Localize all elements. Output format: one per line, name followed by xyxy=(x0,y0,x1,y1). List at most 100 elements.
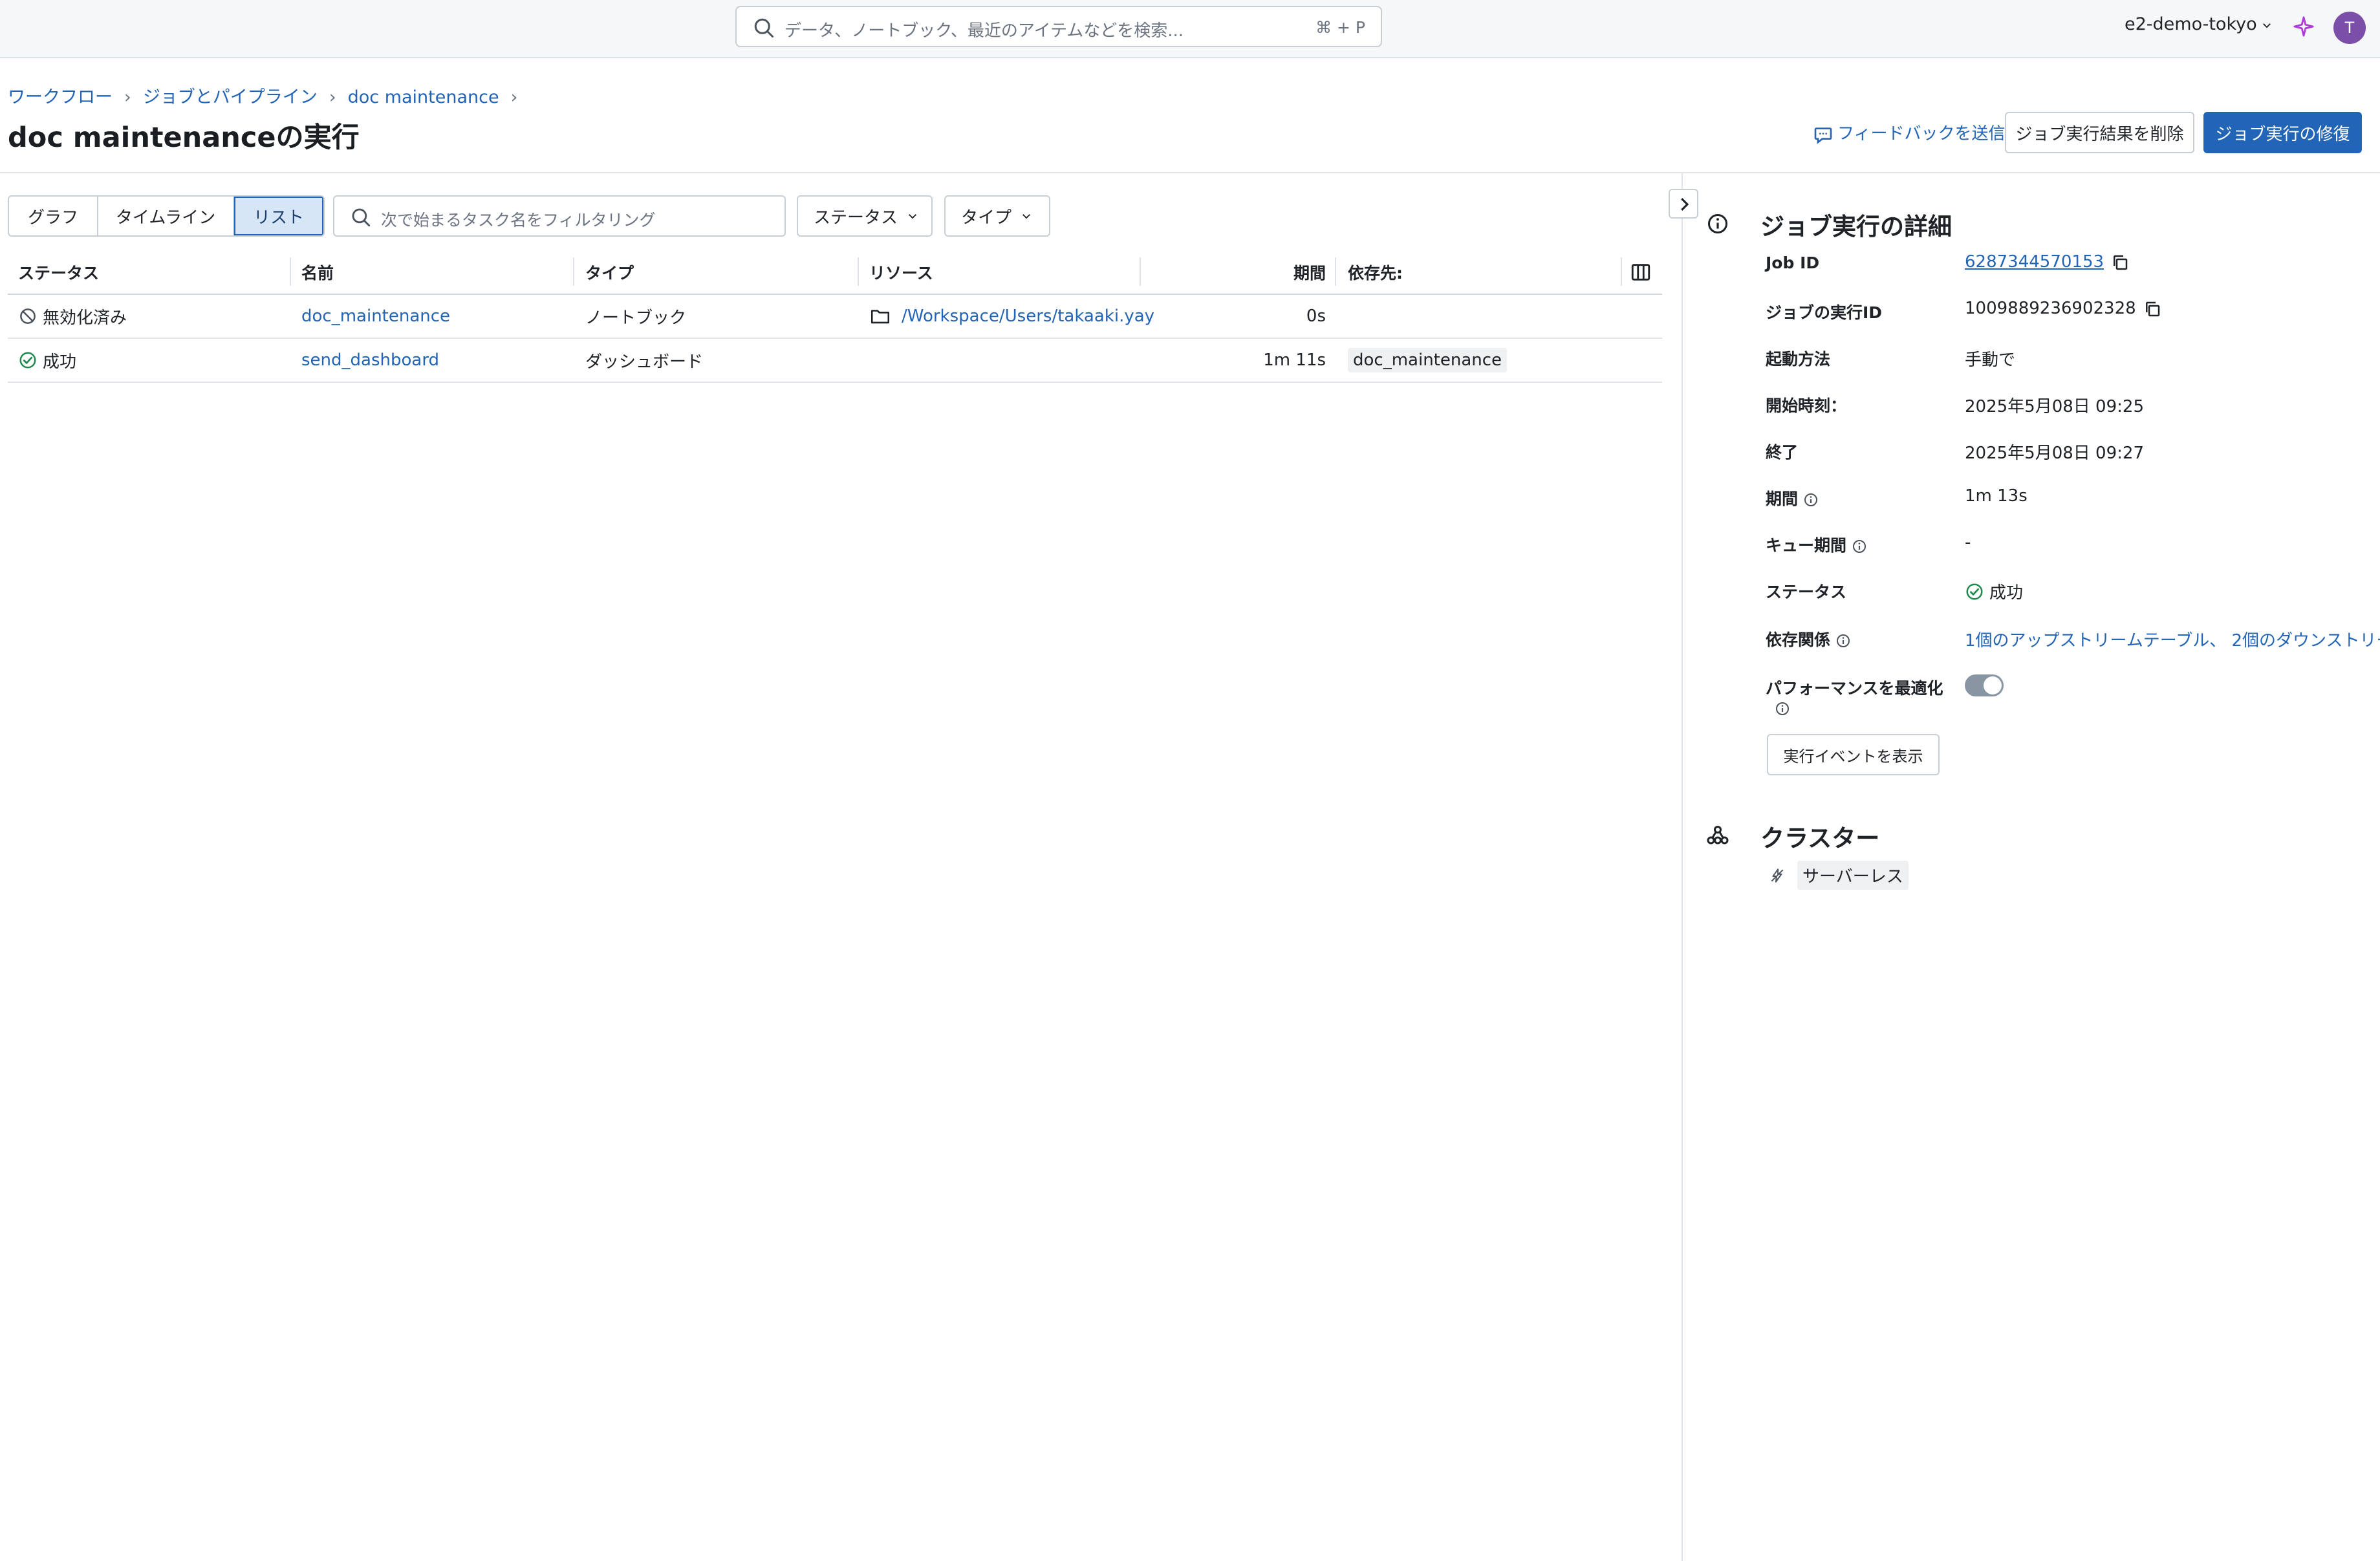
cluster-icon xyxy=(1707,826,1729,845)
duration-label-text: 期間 xyxy=(1766,490,1799,508)
status-filter-dropdown[interactable]: ステータス xyxy=(797,195,933,237)
table-row[interactable]: 成功 send_dashboard ダッシュボード 1m 11s doc_mai… xyxy=(8,339,1662,383)
tab-graph[interactable]: グラフ xyxy=(9,197,98,235)
tab-timeline[interactable]: タイムライン xyxy=(98,197,234,235)
workspace-switcher[interactable]: e2-demo-tokyo xyxy=(2125,14,2273,34)
send-feedback-label: フィードバックを送信 xyxy=(1837,124,2006,144)
tab-list[interactable]: リスト xyxy=(234,197,323,235)
search-icon xyxy=(352,208,371,227)
success-check-icon xyxy=(1966,583,1983,599)
duration-cell: 1m 11s xyxy=(1263,350,1326,370)
job-run-details-title: ジョブ実行の詳細 xyxy=(1760,213,1952,241)
name-cell: doc_maintenance xyxy=(301,295,450,338)
send-feedback-link[interactable]: フィードバックを送信 xyxy=(1813,120,2005,145)
collapse-panel-button[interactable] xyxy=(1669,189,1698,219)
workspace-name: e2-demo-tokyo xyxy=(2125,14,2257,34)
info-icon[interactable] xyxy=(1775,701,1790,716)
column-separator[interactable] xyxy=(1335,257,1336,286)
success-check-icon xyxy=(19,352,36,369)
copy-icon[interactable] xyxy=(2143,299,2162,319)
queue-duration-label: キュー期間 xyxy=(1766,533,1867,556)
global-search-input[interactable]: データ、ノートブック、最近のアイテムなどを検索... ⌘ + P xyxy=(735,6,1382,47)
column-separator[interactable] xyxy=(1140,257,1141,286)
chevron-down-icon xyxy=(1022,214,1030,219)
end-time-label: 終了 xyxy=(1766,443,1799,462)
run-id-label: ジョブの実行ID xyxy=(1766,303,1883,322)
task-name-link[interactable]: doc_maintenance xyxy=(301,307,450,326)
column-settings-icon[interactable] xyxy=(1630,261,1652,283)
user-avatar[interactable]: T xyxy=(2333,12,2366,44)
column-separator[interactable] xyxy=(858,257,859,286)
column-header-depends-on[interactable]: 依存先: xyxy=(1348,251,1403,294)
column-header-type[interactable]: タイプ xyxy=(585,251,634,294)
table-row[interactable]: 無効化済み doc_maintenance ノートブック /Workspace/… xyxy=(8,295,1662,339)
status-cell: 成功 xyxy=(18,339,76,382)
optimize-performance-toggle[interactable] xyxy=(1965,674,2004,696)
dependencies-link[interactable]: 1個のアップストリームテーブル、 2個のダウンストリームテ xyxy=(1965,631,2380,651)
status-filter-label: ステータス xyxy=(814,208,898,228)
breadcrumb-jobs-pipelines[interactable]: ジョブとパイプライン xyxy=(143,87,318,107)
info-icon[interactable] xyxy=(1835,633,1851,649)
toggle-knob xyxy=(1984,676,2002,694)
copy-icon[interactable] xyxy=(2110,253,2130,272)
chevron-right-icon xyxy=(1681,198,1689,211)
column-separator[interactable] xyxy=(290,257,291,286)
resource-path-link[interactable]: /Workspace/Users/takaaki.yay xyxy=(902,307,1154,326)
dependencies-label-text: 依存関係 xyxy=(1766,630,1831,649)
serverless-cluster: サーバーレス xyxy=(1769,861,1909,890)
duration-label: 期間 xyxy=(1766,486,1819,510)
column-header-status[interactable]: ステータス xyxy=(18,251,99,294)
queue-duration-label-text: キュー期間 xyxy=(1766,536,1847,555)
resource-cell: /Workspace/Users/takaaki.yay xyxy=(869,295,1154,338)
task-name-link[interactable]: send_dashboard xyxy=(301,350,439,370)
trigger-value: 手動で xyxy=(1965,350,2016,370)
search-placeholder: データ、ノートブック、最近のアイテムなどを検索... xyxy=(784,21,1184,41)
column-separator[interactable] xyxy=(1621,257,1622,286)
breadcrumb-separator: › xyxy=(510,87,518,107)
status-value: 成功 xyxy=(1965,579,2023,603)
type-cell: ノートブック xyxy=(585,308,687,328)
optimize-performance-label: パフォーマンスを最適化 xyxy=(1766,679,1943,698)
status-text: 成功 xyxy=(1989,583,2024,603)
column-header-name[interactable]: 名前 xyxy=(301,251,334,294)
column-separator[interactable] xyxy=(573,257,574,286)
top-bar: データ、ノートブック、最近のアイテムなどを検索... ⌘ + P e2-demo… xyxy=(0,0,2380,58)
dependency-tag[interactable]: doc_maintenance xyxy=(1348,348,1508,372)
name-cell: send_dashboard xyxy=(301,339,439,382)
chevron-down-icon xyxy=(909,214,916,219)
search-icon xyxy=(754,18,774,38)
delete-job-runs-button[interactable]: ジョブ実行結果を削除 xyxy=(2005,112,2194,153)
serverless-icon xyxy=(1771,868,1784,883)
status-label: ステータス xyxy=(1766,583,1847,601)
view-tabs: グラフ タイムライン リスト xyxy=(8,195,325,237)
column-header-resource[interactable]: リソース xyxy=(869,251,933,294)
cluster-title: クラスター xyxy=(1760,824,1880,852)
job-id-value: 6287344570153 xyxy=(1965,252,2130,272)
type-cell: ダッシュボード xyxy=(585,352,704,372)
chevron-down-icon xyxy=(2262,23,2271,28)
task-filter-input[interactable]: 次で始まるタスク名をフィルタリング xyxy=(333,195,786,237)
panel-divider xyxy=(1682,173,1683,1561)
duration-cell: 0s xyxy=(1306,307,1326,326)
folder-icon xyxy=(871,310,890,324)
assistant-sparkle-icon[interactable] xyxy=(2293,16,2315,38)
type-filter-dropdown[interactable]: タイプ xyxy=(944,195,1050,237)
column-header-duration[interactable]: 期間 xyxy=(1152,251,1326,294)
start-time-label: 開始時刻： xyxy=(1766,396,1847,415)
start-time-value: 2025年5月08日 09:25 xyxy=(1965,397,2144,416)
end-time-value: 2025年5月08日 09:27 xyxy=(1965,444,2144,463)
depends-on-cell: doc_maintenance xyxy=(1348,339,1508,382)
info-icon[interactable] xyxy=(1852,539,1867,554)
repair-job-run-button[interactable]: ジョブ実行の修復 xyxy=(2203,112,2362,153)
view-run-events-button[interactable]: 実行イベントを表示 xyxy=(1767,734,1940,775)
info-icon[interactable] xyxy=(1803,492,1819,508)
dependencies-label: 依存関係 xyxy=(1766,627,1851,651)
breadcrumb-job[interactable]: doc maintenance xyxy=(348,87,499,107)
job-id-link[interactable]: 6287344570153 xyxy=(1965,252,2104,272)
dependencies-value: 1個のアップストリームテーブル、 2個のダウンストリームテ xyxy=(1965,627,2380,651)
breadcrumb-workflows[interactable]: ワークフロー xyxy=(8,87,113,107)
header-divider xyxy=(0,172,2380,173)
trigger-label: 起動方法 xyxy=(1766,350,1831,369)
run-id-value: 1009889236902328 xyxy=(1965,299,2162,319)
disabled-icon xyxy=(20,308,36,324)
